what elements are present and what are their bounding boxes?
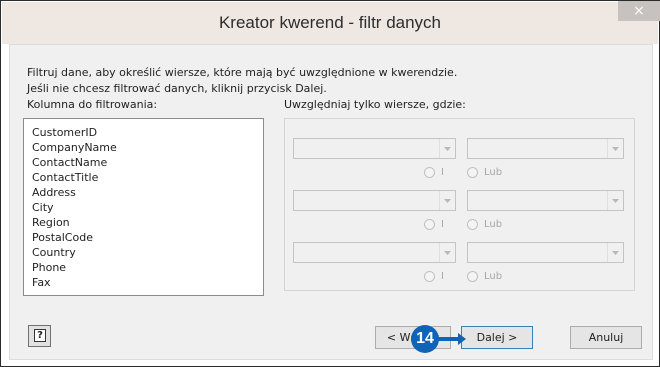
step-callout-badge: 14 bbox=[411, 325, 439, 353]
close-button[interactable]: × bbox=[618, 1, 660, 21]
chevron-down-icon bbox=[439, 191, 455, 210]
columns-label: Kolumna do filtrowania: bbox=[27, 98, 158, 111]
or-radio-label: Lub bbox=[484, 167, 503, 178]
and-radio-3[interactable] bbox=[424, 271, 435, 282]
operator-dropdown-1[interactable] bbox=[293, 138, 456, 159]
or-radio-2[interactable] bbox=[467, 219, 478, 230]
chevron-down-icon bbox=[607, 243, 623, 262]
value-dropdown-2[interactable] bbox=[467, 190, 624, 211]
list-item[interactable]: Region bbox=[32, 216, 70, 229]
chevron-down-icon bbox=[439, 139, 455, 158]
next-button[interactable]: Dalej > bbox=[461, 326, 533, 349]
title-bar: Kreator kwerend - filtr danych bbox=[2, 2, 658, 44]
value-dropdown-1[interactable] bbox=[467, 138, 624, 159]
list-item[interactable]: Address bbox=[32, 186, 76, 199]
help-icon: ? bbox=[34, 329, 46, 342]
list-item[interactable]: PostalCode bbox=[32, 231, 93, 244]
list-item[interactable]: ContactTitle bbox=[32, 171, 98, 184]
chevron-down-icon bbox=[607, 191, 623, 210]
help-button[interactable]: ? bbox=[28, 325, 51, 347]
operator-dropdown-3[interactable] bbox=[293, 242, 456, 263]
filter-label: Uwzględniaj tylko wiersze, gdzie: bbox=[284, 98, 466, 111]
list-item[interactable]: Fax bbox=[32, 276, 51, 289]
chevron-down-icon bbox=[439, 243, 455, 262]
instruction-line-1-text: Filtruj dane, aby określić wiersze, któr… bbox=[27, 66, 458, 79]
list-item[interactable]: CustomerID bbox=[32, 126, 97, 139]
cancel-button[interactable]: Anuluj bbox=[570, 326, 642, 349]
list-item[interactable]: City bbox=[32, 201, 54, 214]
value-dropdown-3[interactable] bbox=[467, 242, 624, 263]
columns-listbox[interactable]: CustomerID CompanyName ContactName Conta… bbox=[23, 118, 264, 296]
list-item[interactable]: ContactName bbox=[32, 156, 107, 169]
and-radio-2[interactable] bbox=[424, 219, 435, 230]
and-radio-label: I bbox=[441, 271, 444, 282]
callout-arrowhead-icon bbox=[458, 333, 466, 345]
window-title: Kreator kwerend - filtr danych bbox=[218, 13, 442, 32]
or-radio-label: Lub bbox=[484, 219, 503, 230]
list-item[interactable]: CompanyName bbox=[32, 141, 117, 154]
filter-criteria-group: I Lub I Lub I Lub bbox=[284, 118, 635, 291]
instruction-line-2-text: Jeśli nie chcesz filtrować danych, klikn… bbox=[27, 82, 327, 95]
or-radio-label: Lub bbox=[484, 271, 503, 282]
chevron-down-icon bbox=[607, 139, 623, 158]
and-radio-1[interactable] bbox=[424, 167, 435, 178]
or-radio-3[interactable] bbox=[467, 271, 478, 282]
and-radio-label: I bbox=[441, 167, 444, 178]
and-radio-label: I bbox=[441, 219, 444, 230]
list-item[interactable]: Country bbox=[32, 246, 76, 259]
list-item[interactable]: Phone bbox=[32, 261, 66, 274]
operator-dropdown-2[interactable] bbox=[293, 190, 456, 211]
or-radio-1[interactable] bbox=[467, 167, 478, 178]
